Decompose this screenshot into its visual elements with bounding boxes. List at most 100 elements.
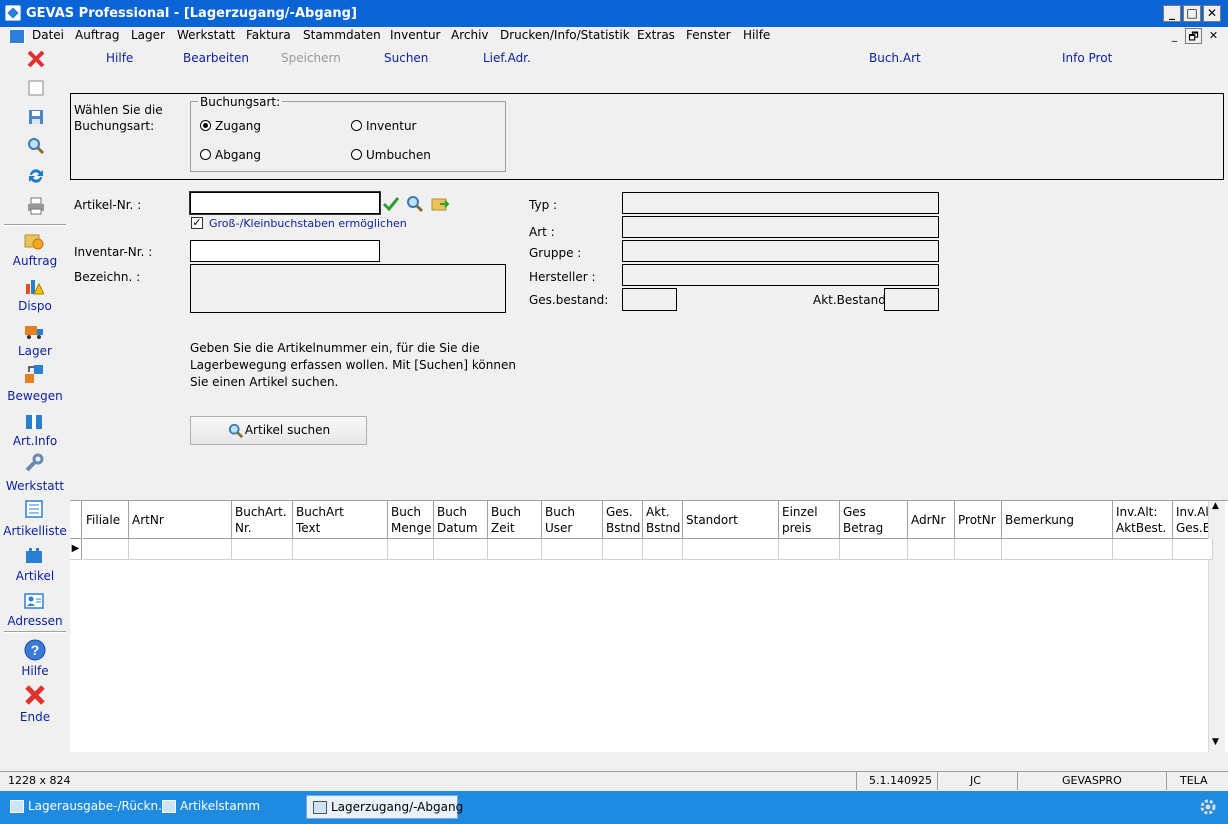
radio-umbuchen-label[interactable]: Umbuchen	[366, 148, 431, 162]
app-icon	[5, 5, 21, 21]
column-header-line1: Buch	[545, 505, 576, 519]
grid-column-header[interactable]: Ges Betrag	[840, 501, 908, 539]
grid-column-header[interactable]: ArtNr	[129, 501, 232, 539]
refresh-icon[interactable]	[26, 166, 46, 186]
grid-column-header[interactable]: Akt. Bstnd	[643, 501, 683, 539]
grid-cell[interactable]	[232, 539, 293, 560]
grid-cell[interactable]	[83, 539, 129, 560]
mdi-close-button[interactable]: ✕	[1205, 28, 1222, 44]
toolbar-speichern-button[interactable]: Speichern	[281, 51, 341, 65]
toolbar-bearbeiten-button[interactable]: Bearbeiten	[183, 51, 249, 65]
mdi-minimize-button[interactable]: _	[1166, 28, 1183, 44]
toolbar-info-prot-button[interactable]: Info Prot	[1062, 51, 1112, 65]
status-divider	[937, 772, 938, 790]
task-lagerzugang[interactable]: Lagerzugang/-Abgang	[306, 795, 463, 819]
column-header-line2: AktBest.	[1116, 521, 1167, 535]
menu-auftrag[interactable]: Auftrag	[75, 28, 119, 42]
close-button[interactable]: ✕	[1203, 5, 1221, 22]
grid-column-header[interactable]: Inv.Alt: Ges.Best.	[1173, 501, 1208, 539]
maximize-button[interactable]: □	[1183, 5, 1201, 22]
toolbar-hilfe-button[interactable]: Hilfe	[106, 51, 133, 65]
menu-werkstatt[interactable]: Werkstatt	[177, 28, 235, 42]
grid-cell[interactable]	[542, 539, 603, 560]
print-icon[interactable]	[26, 196, 46, 216]
confirm-check-icon[interactable]	[382, 196, 400, 212]
grid-cell[interactable]	[1113, 539, 1173, 560]
menu-faktura[interactable]: Faktura	[246, 28, 291, 42]
grid-cell[interactable]	[840, 539, 908, 560]
grid-cell[interactable]	[1002, 539, 1113, 560]
grid-column-header[interactable]: Buch Menge	[388, 501, 434, 539]
settings-gear-icon[interactable]	[1199, 798, 1217, 816]
save-icon[interactable]	[26, 107, 46, 127]
menu-archiv[interactable]: Archiv	[451, 28, 489, 42]
column-header-line2: Zeit	[491, 521, 515, 535]
task-lagerausgabe[interactable]: Lagerausgabe-/Rückn...	[4, 795, 170, 819]
grid-column-header[interactable]: Inv.Alt: AktBest.	[1113, 501, 1173, 539]
menu-stammdaten[interactable]: Stammdaten	[303, 28, 381, 42]
grid-cell[interactable]	[1173, 539, 1213, 560]
grid-column-header[interactable]: ProtNr	[955, 501, 1002, 539]
column-header-line1: ArtNr	[132, 513, 164, 527]
menu-inventur[interactable]: Inventur	[390, 28, 440, 42]
grid-column-header[interactable]: Buch Zeit	[488, 501, 542, 539]
grid-column-header[interactable]: BuchArt Text	[293, 501, 388, 539]
menu-fenster[interactable]: Fenster	[686, 28, 731, 42]
scroll-up-icon[interactable]: ▲	[1212, 501, 1219, 511]
radio-abgang-label[interactable]: Abgang	[215, 148, 261, 162]
menu-hilfe[interactable]: Hilfe	[743, 28, 770, 42]
artikel-suchen-button[interactable]: Artikel suchen	[190, 416, 367, 445]
wrench-icon	[25, 453, 44, 472]
case-checkbox[interactable]: ✓	[191, 217, 203, 229]
radio-umbuchen[interactable]	[351, 149, 362, 160]
grid-column-header[interactable]: Buch Datum	[434, 501, 488, 539]
grid-cell[interactable]	[643, 539, 683, 560]
grid-column-header[interactable]: Filiale	[83, 501, 129, 539]
search-icon[interactable]	[26, 136, 46, 156]
scroll-down-icon[interactable]: ▼	[1212, 737, 1219, 747]
menu-extras[interactable]: Extras	[637, 28, 675, 42]
menu-datei[interactable]: Datei	[32, 28, 64, 42]
search-artikel-icon[interactable]	[406, 195, 424, 213]
grid-cell[interactable]	[779, 539, 840, 560]
grid-column-header[interactable]: Buch User	[542, 501, 603, 539]
toolbar-lief-adr-button[interactable]: Lief.Adr.	[483, 51, 531, 65]
artikel-nr-input[interactable]	[189, 191, 381, 215]
folder-arrow-icon[interactable]	[431, 195, 451, 213]
grid-column-header[interactable]: Standort	[683, 501, 779, 539]
inventar-nr-input[interactable]	[190, 240, 380, 262]
minimize-button[interactable]: _	[1163, 5, 1181, 22]
grid-column-header[interactable]: Einzel preis	[779, 501, 840, 539]
mdi-app-icon[interactable]	[9, 29, 25, 44]
cancel-icon[interactable]	[26, 49, 46, 69]
grid-cell[interactable]	[908, 539, 955, 560]
toolbar-suchen-button[interactable]: Suchen	[384, 51, 428, 65]
new-document-icon[interactable]	[26, 78, 46, 98]
grid-column-header[interactable]: BuchArt. Nr.	[232, 501, 293, 539]
mdi-restore-button[interactable]: 🗗	[1185, 28, 1202, 44]
radio-zugang-label[interactable]: Zugang	[215, 119, 261, 133]
grid-cell[interactable]	[488, 539, 542, 560]
radio-abgang[interactable]	[200, 149, 211, 160]
grid-cell[interactable]	[955, 539, 1002, 560]
menu-lager[interactable]: Lager	[131, 28, 165, 42]
radio-inventur[interactable]	[351, 120, 362, 131]
grid-cell[interactable]	[434, 539, 488, 560]
case-checkbox-label[interactable]: Groß-/Kleinbuchstaben ermöglichen	[209, 217, 407, 230]
task-artikelstamm[interactable]: Artikelstamm	[156, 795, 306, 819]
grid-column-header[interactable]: Bemerkung	[1002, 501, 1113, 539]
toolbar-buch-art-button[interactable]: Buch.Art	[869, 51, 921, 65]
menu-drucken[interactable]: Drucken/Info/Statistik	[500, 28, 630, 42]
grid-column-header[interactable]: AdrNr	[908, 501, 955, 539]
radio-zugang[interactable]	[200, 120, 211, 131]
grid-cell[interactable]	[603, 539, 643, 560]
status-database: GEVASPRO	[1062, 774, 1122, 787]
grid-column-header[interactable]: Ges. Bstnd	[603, 501, 643, 539]
radio-inventur-label[interactable]: Inventur	[366, 119, 416, 133]
grid-cell[interactable]	[683, 539, 779, 560]
grid-cell[interactable]	[388, 539, 434, 560]
grid-cell[interactable]	[129, 539, 232, 560]
grid-cell[interactable]	[293, 539, 388, 560]
sidebar-separator	[4, 631, 66, 633]
sidebar-separator	[4, 224, 66, 226]
